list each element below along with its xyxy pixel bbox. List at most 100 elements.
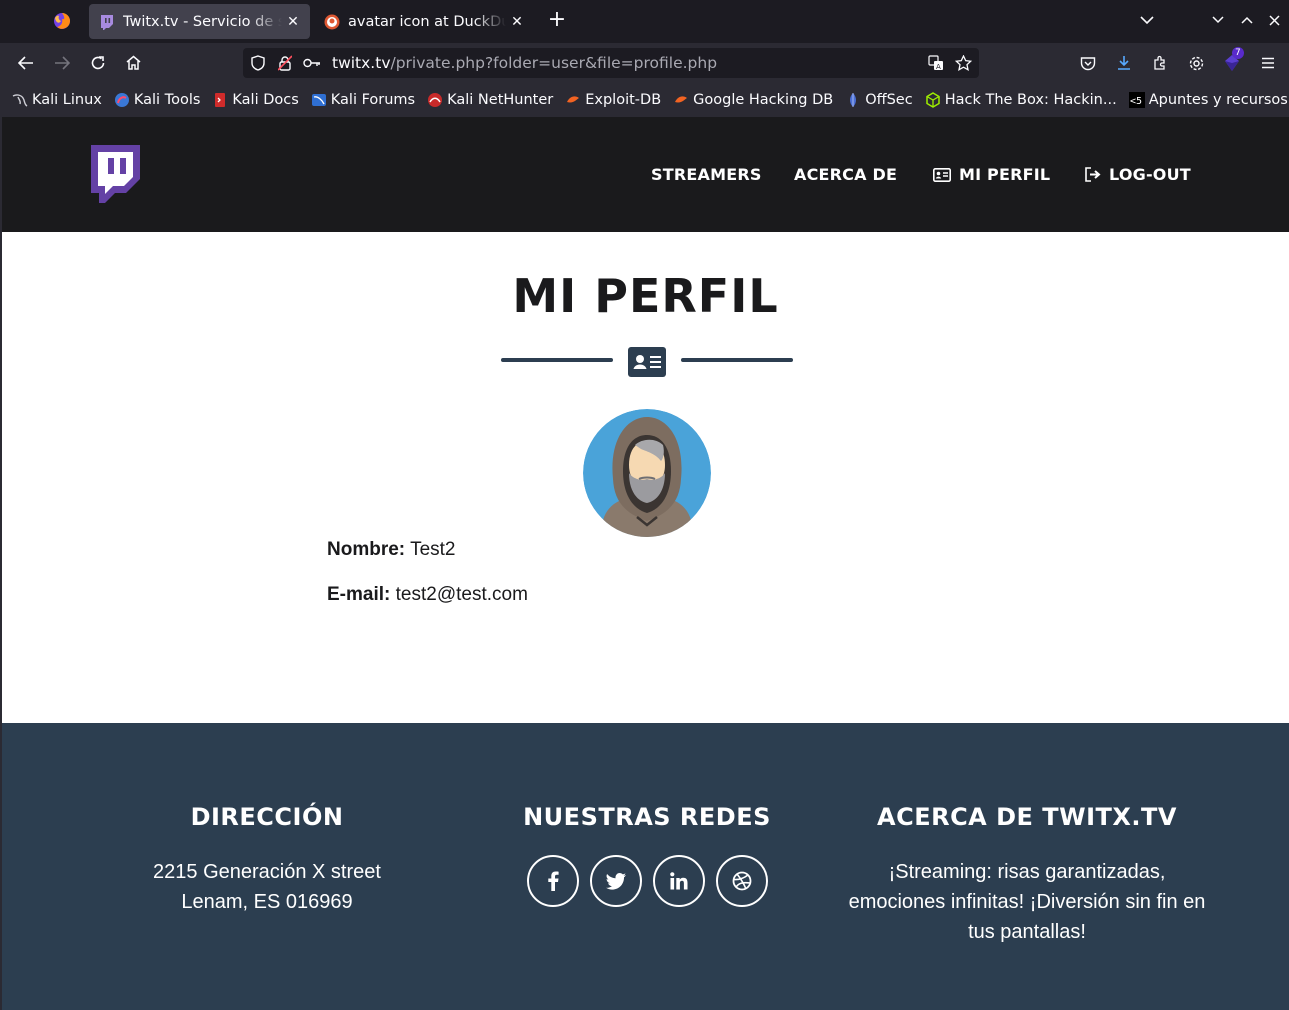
bookmark-kali-forums[interactable]: Kali Forums [311,92,415,108]
email-label: E-mail: [327,584,391,605]
twitx-logo-icon[interactable] [88,145,140,203]
twitx-favicon-icon [101,14,113,30]
tab-title: avatar icon at DuckDuckGo [348,13,506,30]
dribbble-link[interactable] [716,855,768,907]
duckduckgo-favicon-icon [324,14,340,29]
bookmark-htb[interactable]: Hack The Box: Hackin... [925,92,1117,108]
bookmark-star-icon[interactable] [954,54,972,72]
user-avatar [583,409,711,537]
web-page: STREAMERS ACERCA DE MI PERFIL LOG-OUT MI… [2,117,1289,1010]
bookmark-label: Kali Linux [32,91,102,108]
linkedin-icon [670,872,688,890]
puzzle-icon [1154,55,1165,70]
url-text[interactable]: twitx.tv/private.php?folder=user&file=pr… [332,54,717,72]
tab-duckduckgo[interactable]: avatar icon at DuckDuckGo ✕ [314,4,534,39]
bookmark-apuntes[interactable]: <5 Apuntes y recursos R... [1128,91,1289,108]
maximize-chevron-icon[interactable] [1241,16,1253,24]
tab-twitx[interactable]: Twitx.tv - Servicio de streaming ✕ [89,4,310,39]
address-line-1: 2215 Generación X street [153,861,381,883]
downloads-button[interactable] [1112,51,1136,75]
extension-button[interactable]: 7 [1220,47,1244,75]
divider-line-left [501,358,613,362]
window-close-icon[interactable] [1269,15,1280,26]
exploit-db-icon [567,95,580,103]
facebook-link[interactable] [527,855,579,907]
back-arrow-icon [18,56,33,70]
htb-icon [925,91,940,108]
bookmark-kali-tools[interactable]: Kali Tools [114,91,201,108]
key-icon[interactable] [303,54,321,72]
site-header: STREAMERS ACERCA DE MI PERFIL LOG-OUT [2,117,1289,232]
divider-line-right [681,358,793,362]
url-host: twitx.tv [332,54,391,72]
forward-button[interactable] [50,51,74,75]
tab-close-icon[interactable]: ✕ [510,14,524,30]
bookmark-label: Hack The Box: Hackin... [944,91,1117,108]
bookmark-kali-docs[interactable]: Kali Docs [212,91,299,108]
bookmark-label: Exploit-DB [585,91,662,108]
kali-dragon-icon [12,93,28,107]
bookmark-label: Kali Forums [330,91,416,108]
id-card-icon [933,167,951,182]
reload-button[interactable] [86,51,110,75]
bookmark-exploit-db[interactable]: Exploit-DB [565,92,661,108]
id-card-icon [628,347,666,377]
bookmark-kali-linux[interactable]: Kali Linux [12,92,102,108]
footer-about-text: ¡Streaming: risas garantizadas, emocione… [848,861,1206,943]
bookmark-label: Kali Tools [133,91,201,108]
new-tab-button[interactable]: + [546,9,568,32]
address-bar[interactable]: twitx.tv/private.php?folder=user&file=pr… [243,48,979,78]
minimize-chevron-icon[interactable] [1212,16,1224,24]
dribbble-icon [732,871,752,891]
page-title: MI PERFIL [512,269,779,323]
nav-label: MI PERFIL [959,165,1051,184]
tab-close-icon[interactable]: ✕ [286,14,300,30]
bookmark-label: Kali NetHunter [447,91,554,108]
nav-profile[interactable]: MI PERFIL [933,165,1050,184]
forward-arrow-icon [55,56,70,70]
svg-text:A: A [936,63,941,71]
list-tabs-icon[interactable] [1140,15,1154,25]
bookmark-kali-nethunter[interactable]: Kali NetHunter [427,92,553,108]
name-label: Nombre: [327,539,406,560]
tab-title: Twitx.tv - Servicio de streaming [123,13,282,30]
ghdb-icon [675,95,688,103]
nav-label: LOG-OUT [1109,165,1191,184]
nav-label: ACERCA DE [794,165,898,184]
browser-tab-bar: Twitx.tv - Servicio de streaming ✕ avata… [0,0,1289,43]
nav-logout[interactable]: LOG-OUT [1084,165,1191,184]
back-button[interactable] [14,51,38,75]
app-menu-button[interactable] [1256,51,1280,75]
bookmark-label: Kali Docs [232,91,299,108]
linkedin-link[interactable] [653,855,705,907]
pocket-button[interactable] [1076,51,1100,75]
bookmarks-toolbar: Kali Linux Kali Tools Kali Docs Kali For… [0,83,1289,116]
nav-label: STREAMERS [651,165,762,184]
extensions-button[interactable] [1148,51,1172,75]
offsec-icon [850,92,857,107]
home-button[interactable] [121,51,145,75]
nav-streamers[interactable]: STREAMERS [651,165,762,184]
download-icon [1118,56,1130,70]
twitter-link[interactable] [590,855,642,907]
bookmark-ghdb[interactable]: Google Hacking DB [673,92,833,108]
extension-badge: 7 [1232,47,1244,59]
bookmark-offsec[interactable]: OffSec [845,92,913,108]
address-line-2: Lenam, ES 016969 [181,891,353,913]
logout-icon [1085,167,1101,182]
kali-forums-icon [311,93,326,106]
apuntes-icon: <5 [1128,91,1145,108]
translate-icon[interactable]: A [927,54,945,72]
footer-address-title: DIRECCIÓN [190,803,344,831]
profile-email-row: E-mail: test2@test.com [327,584,528,606]
twitter-icon [606,872,626,890]
tracking-shield-icon[interactable] [249,54,267,72]
nav-about[interactable]: ACERCA DE [794,165,897,184]
pocket-icon [1080,56,1096,70]
firefox-icon [54,13,70,29]
settings-button[interactable] [1184,51,1208,75]
reload-icon [91,56,105,70]
home-icon [126,55,140,70]
insecure-lock-icon[interactable] [276,54,294,72]
firefox-view-button[interactable] [46,6,78,36]
